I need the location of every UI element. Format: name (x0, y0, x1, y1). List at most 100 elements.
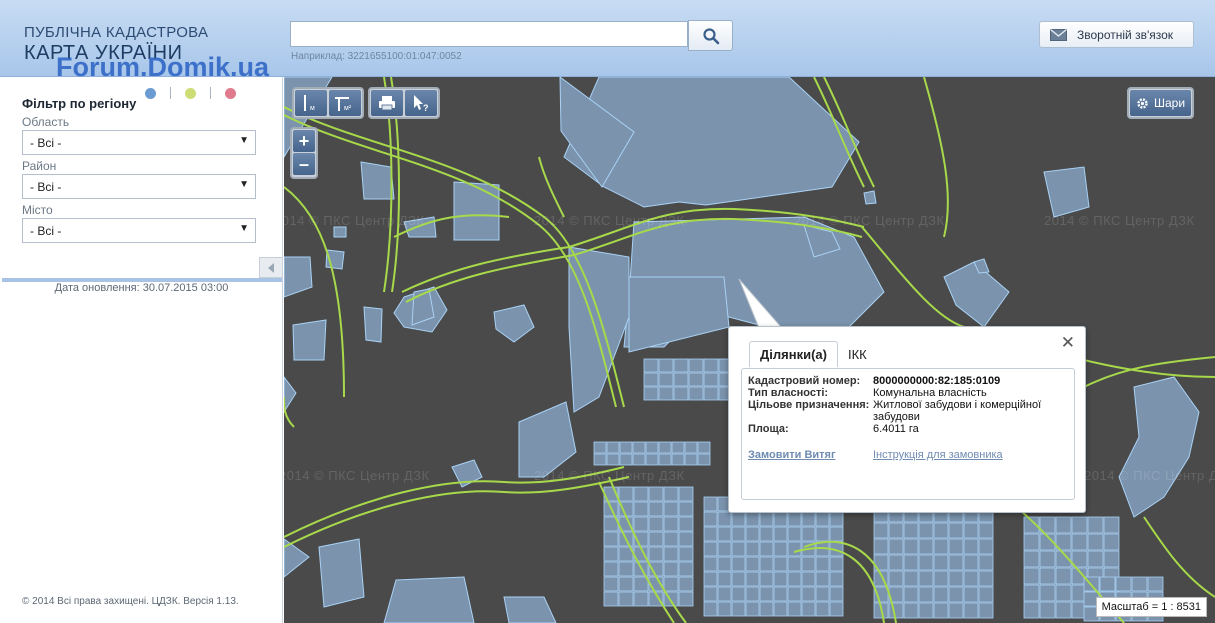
parcel[interactable] (759, 511, 774, 527)
parcel[interactable] (978, 538, 994, 555)
parcel[interactable] (658, 441, 672, 454)
parcel[interactable] (731, 541, 746, 557)
parcel[interactable] (731, 556, 746, 572)
parcel[interactable] (703, 358, 719, 373)
parcel[interactable] (673, 372, 689, 387)
parcel[interactable] (829, 556, 844, 572)
parcel[interactable] (593, 453, 607, 466)
parcel[interactable] (759, 571, 774, 587)
parcel[interactable] (745, 556, 760, 572)
parcel[interactable] (948, 602, 964, 619)
parcel[interactable] (688, 386, 704, 401)
parcel[interactable] (759, 601, 774, 617)
parcel[interactable] (933, 570, 949, 587)
parcel[interactable] (888, 602, 904, 619)
parcel[interactable] (703, 556, 718, 572)
parcel[interactable] (632, 441, 646, 454)
parcel[interactable] (1103, 550, 1120, 568)
parcel[interactable] (658, 453, 672, 466)
parcel[interactable] (703, 586, 718, 602)
parcel[interactable] (745, 571, 760, 587)
identify-button[interactable]: ? (405, 90, 437, 116)
color-dot-blue[interactable] (145, 88, 156, 99)
parcel[interactable] (759, 541, 774, 557)
parcel[interactable] (948, 522, 964, 539)
parcel[interactable] (671, 441, 685, 454)
instructions-link[interactable]: Інструкція для замовника (873, 449, 1003, 461)
parcel[interactable] (633, 516, 649, 532)
parcel[interactable] (703, 386, 719, 401)
parcel[interactable] (717, 511, 732, 527)
parcel[interactable] (787, 556, 802, 572)
parcel[interactable] (978, 522, 994, 539)
parcel[interactable] (918, 586, 934, 603)
parcel[interactable] (787, 541, 802, 557)
parcel[interactable] (697, 453, 711, 466)
parcel[interactable] (633, 576, 649, 592)
parcel[interactable] (603, 531, 619, 547)
parcel[interactable] (888, 570, 904, 587)
feedback-button[interactable]: Зворотній зв'язок (1039, 21, 1194, 48)
parcel[interactable] (731, 526, 746, 542)
parcel[interactable] (658, 372, 674, 387)
parcel[interactable] (1023, 550, 1040, 568)
parcel[interactable] (948, 570, 964, 587)
parcel[interactable] (663, 501, 679, 517)
parcel[interactable] (787, 571, 802, 587)
parcel[interactable] (632, 453, 646, 466)
parcel[interactable] (773, 601, 788, 617)
parcel[interactable] (703, 511, 718, 527)
parcel[interactable] (703, 601, 718, 617)
parcel[interactable] (963, 554, 979, 571)
parcel[interactable] (678, 576, 694, 592)
parcel[interactable] (1087, 550, 1104, 568)
parcel[interactable] (829, 601, 844, 617)
parcel[interactable] (773, 526, 788, 542)
parcel[interactable] (787, 511, 802, 527)
parcel[interactable] (1071, 516, 1088, 534)
parcel[interactable] (618, 591, 634, 607)
parcel[interactable] (1023, 584, 1040, 602)
parcel[interactable] (933, 538, 949, 555)
parcel[interactable] (703, 496, 718, 512)
parcel[interactable] (648, 546, 664, 562)
parcel[interactable] (678, 516, 694, 532)
parcel[interactable] (633, 486, 649, 502)
parcel[interactable] (903, 586, 919, 603)
parcel[interactable] (603, 591, 619, 607)
color-dot-green[interactable] (185, 88, 196, 99)
parcel[interactable] (717, 601, 732, 617)
parcel[interactable] (648, 501, 664, 517)
parcel[interactable] (978, 554, 994, 571)
parcel[interactable] (787, 601, 802, 617)
parcel[interactable] (745, 526, 760, 542)
parcel[interactable] (731, 586, 746, 602)
parcel[interactable] (684, 441, 698, 454)
parcel[interactable] (978, 570, 994, 587)
parcel[interactable] (603, 546, 619, 562)
parcel[interactable] (1023, 567, 1040, 585)
parcel[interactable] (1039, 550, 1056, 568)
parcel[interactable] (703, 571, 718, 587)
parcel[interactable] (829, 526, 844, 542)
parcel[interactable] (1039, 567, 1056, 585)
parcel[interactable] (618, 561, 634, 577)
parcel[interactable] (645, 453, 659, 466)
parcel[interactable] (888, 522, 904, 539)
parcel[interactable] (918, 602, 934, 619)
parcel[interactable] (618, 576, 634, 592)
parcel[interactable] (815, 511, 830, 527)
parcel[interactable] (978, 602, 994, 619)
map-canvas[interactable]: 2014 © ПКС Центр ДЗК 2014 © ПКС Центр ДЗ… (284, 77, 1215, 623)
parcel[interactable] (643, 386, 659, 401)
parcel[interactable] (745, 586, 760, 602)
parcel[interactable] (673, 358, 689, 373)
parcel[interactable] (903, 570, 919, 587)
parcel[interactable] (1023, 601, 1040, 619)
parcel[interactable] (918, 522, 934, 539)
parcel[interactable] (1099, 576, 1116, 592)
parcel[interactable] (903, 522, 919, 539)
parcel[interactable] (948, 554, 964, 571)
zoom-out-button[interactable]: – (293, 153, 315, 175)
parcel[interactable] (678, 561, 694, 577)
